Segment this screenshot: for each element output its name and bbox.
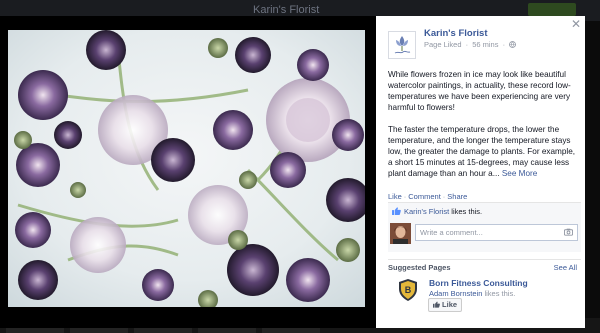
- page-liked-label: Page Liked: [424, 40, 462, 49]
- suggested-page-social: Adam Bornstein likes this.: [429, 289, 515, 298]
- post-paragraph: While flowers frozen in ice may look lik…: [388, 70, 571, 112]
- divider: [388, 259, 581, 260]
- photo-stage[interactable]: [0, 16, 376, 328]
- liker-link[interactable]: Karin's Florist: [404, 207, 449, 216]
- avatar-photo: [390, 223, 411, 244]
- meta-separator: ·: [465, 40, 469, 49]
- post-text: While flowers frozen in ice may look lik…: [388, 69, 580, 190]
- friend-likes-suffix: likes this.: [482, 289, 516, 298]
- camera-icon[interactable]: [564, 228, 573, 236]
- background-page-title: Karin's Florist: [253, 4, 320, 16]
- post-meta: Page Liked · 56 mins ·: [424, 40, 517, 49]
- thumbs-up-icon: [392, 207, 401, 215]
- likes-box: Karin's Florist likes this.: [388, 202, 581, 252]
- suggested-pages-heading: Suggested Pages: [388, 263, 451, 272]
- post-paragraph: The faster the temperature drops, the lo…: [388, 124, 580, 179]
- share-link[interactable]: Share: [447, 192, 467, 201]
- page-name-link[interactable]: Karin's Florist: [424, 28, 488, 39]
- post-paragraph-text: The faster the temperature drops, the lo…: [388, 125, 576, 178]
- post-timestamp[interactable]: 56 mins: [472, 40, 498, 49]
- frozen-flowers-photo[interactable]: [8, 30, 365, 307]
- close-icon[interactable]: ✕: [571, 18, 581, 30]
- background-button: [528, 3, 576, 16]
- like-page-button[interactable]: Like: [428, 298, 462, 312]
- thumbs-up-icon: [432, 301, 440, 308]
- friend-name-link[interactable]: Adam Bornstein: [429, 289, 482, 298]
- see-all-link[interactable]: See All: [554, 263, 577, 272]
- action-separator: ·: [403, 192, 407, 201]
- suggested-page-logo[interactable]: B: [396, 278, 420, 302]
- meta-separator: ·: [502, 40, 506, 49]
- globe-icon: [509, 41, 517, 48]
- likes-suffix: likes this.: [449, 207, 483, 216]
- page-logo[interactable]: [388, 31, 416, 59]
- avatar: [390, 223, 411, 244]
- fitness-shield-icon: B: [399, 279, 417, 301]
- comment-link[interactable]: Comment: [408, 192, 441, 201]
- like-button-label: Like: [442, 300, 458, 309]
- post-panel: ✕ Karin's Florist Page Liked · 56 mins ·…: [376, 16, 585, 328]
- florist-logo-icon: [394, 36, 411, 54]
- like-link[interactable]: Like: [388, 192, 402, 201]
- svg-text:B: B: [405, 285, 412, 295]
- post-actions: Like · Comment · Share: [388, 192, 467, 201]
- comment-input[interactable]: [415, 224, 578, 241]
- likes-summary: Karin's Florist likes this.: [392, 207, 482, 216]
- action-separator: ·: [442, 192, 446, 201]
- see-more-link[interactable]: See More: [502, 169, 538, 178]
- photo-art: [8, 30, 365, 307]
- suggested-page-name[interactable]: Born Fitness Consulting: [429, 278, 528, 288]
